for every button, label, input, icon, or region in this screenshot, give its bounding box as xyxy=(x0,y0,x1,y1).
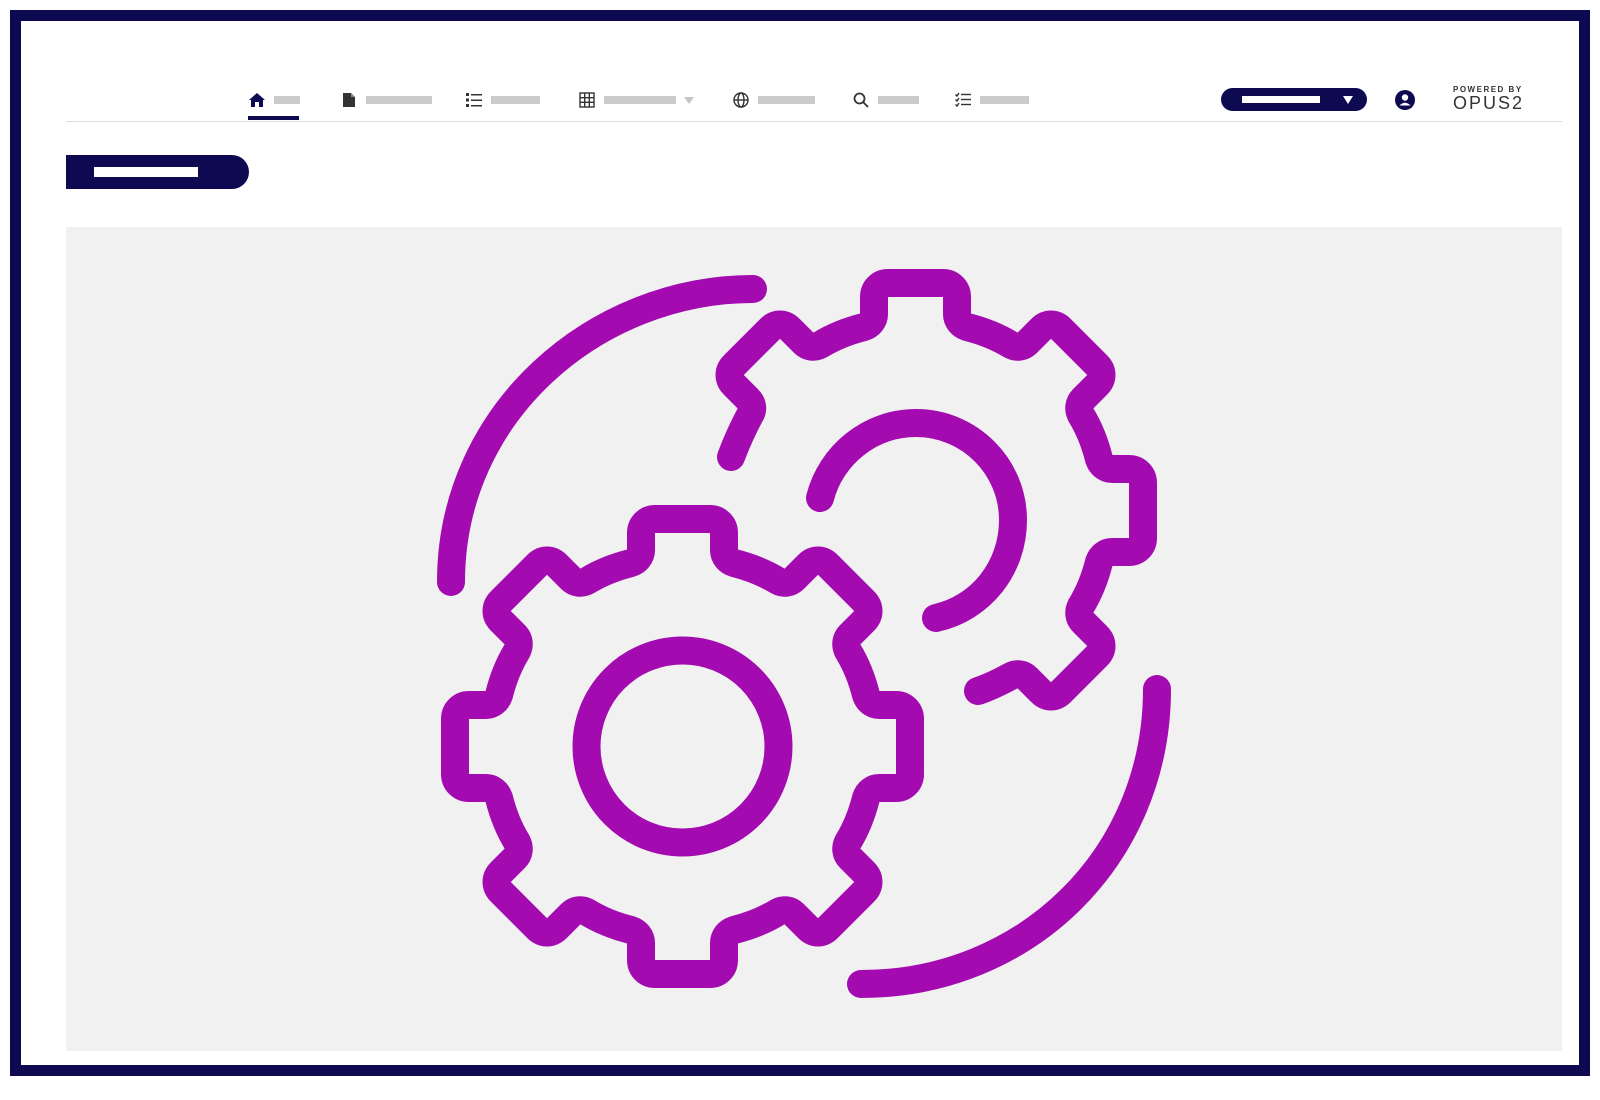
nav-label-placeholder xyxy=(758,96,815,104)
project-select-value-placeholder xyxy=(1242,96,1320,103)
globe-icon xyxy=(732,91,750,109)
page-title xyxy=(66,155,249,189)
nav-item-checklist[interactable] xyxy=(954,89,1029,111)
nav-label-placeholder xyxy=(366,96,432,104)
nav-item-list[interactable] xyxy=(465,89,540,111)
main-content xyxy=(66,227,1562,1051)
brand-logo: POWERED BY OPUS2 xyxy=(1453,85,1543,115)
nav-item-search[interactable] xyxy=(852,89,919,111)
nav-item-document[interactable] xyxy=(340,89,432,111)
header-divider xyxy=(66,121,1562,122)
nav-item-globe[interactable] xyxy=(732,89,815,111)
gears-icon xyxy=(437,269,1171,998)
app-frame: POWERED BY OPUS2 xyxy=(10,10,1590,1076)
document-icon xyxy=(340,91,358,109)
user-icon[interactable] xyxy=(1395,90,1415,110)
chevron-down-icon xyxy=(684,96,694,104)
nav-item-table[interactable] xyxy=(578,89,694,111)
list-icon xyxy=(465,91,483,109)
nav-label-placeholder xyxy=(274,96,300,104)
table-icon xyxy=(578,91,596,109)
active-tab-indicator xyxy=(248,116,299,120)
checklist-icon xyxy=(954,91,972,109)
nav-label-placeholder xyxy=(878,96,919,104)
nav-label-placeholder xyxy=(980,96,1029,104)
nav-label-placeholder xyxy=(604,96,676,104)
chevron-down-icon xyxy=(1343,96,1353,104)
brand-name: OPUS2 xyxy=(1453,93,1525,113)
page-title-placeholder xyxy=(94,167,198,177)
nav-label-placeholder xyxy=(491,96,540,104)
nav-item-home[interactable] xyxy=(248,89,300,120)
home-icon xyxy=(248,91,266,109)
project-select[interactable] xyxy=(1221,88,1367,111)
search-icon xyxy=(852,91,870,109)
